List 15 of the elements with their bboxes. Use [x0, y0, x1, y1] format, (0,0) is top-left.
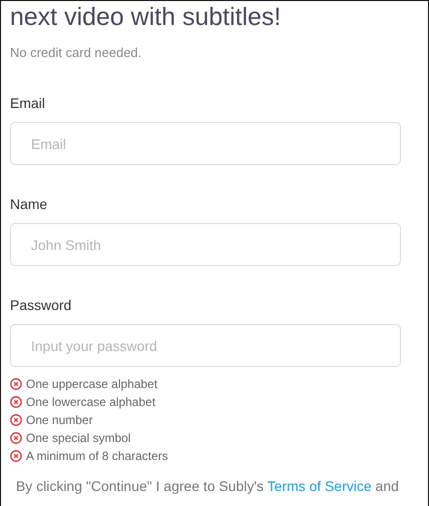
consent-text: By clicking "Continue" I agree to Subly's Terms of Service and — [16, 478, 400, 494]
field-label: Password — [10, 297, 72, 313]
input-field[interactable]: Email — [10, 122, 401, 165]
field-label: Email — [10, 95, 46, 111]
rule-text: One uppercase alphabet — [26, 377, 158, 391]
input-field[interactable]: Input your password — [10, 324, 401, 367]
terms-link[interactable]: Terms of Service — [267, 478, 372, 494]
subheading: No credit card needed. — [10, 45, 143, 61]
rule-text: A minimum of 8 characters — [26, 449, 168, 463]
rule-text: One special symbol — [26, 431, 131, 445]
rule-text: One lowercase alphabet — [26, 395, 156, 409]
rule-text: One number — [26, 413, 93, 427]
page-heading: next video with subtitles! — [10, 2, 282, 32]
input-field[interactable]: John Smith — [10, 223, 401, 266]
field-label: Name — [10, 196, 48, 212]
